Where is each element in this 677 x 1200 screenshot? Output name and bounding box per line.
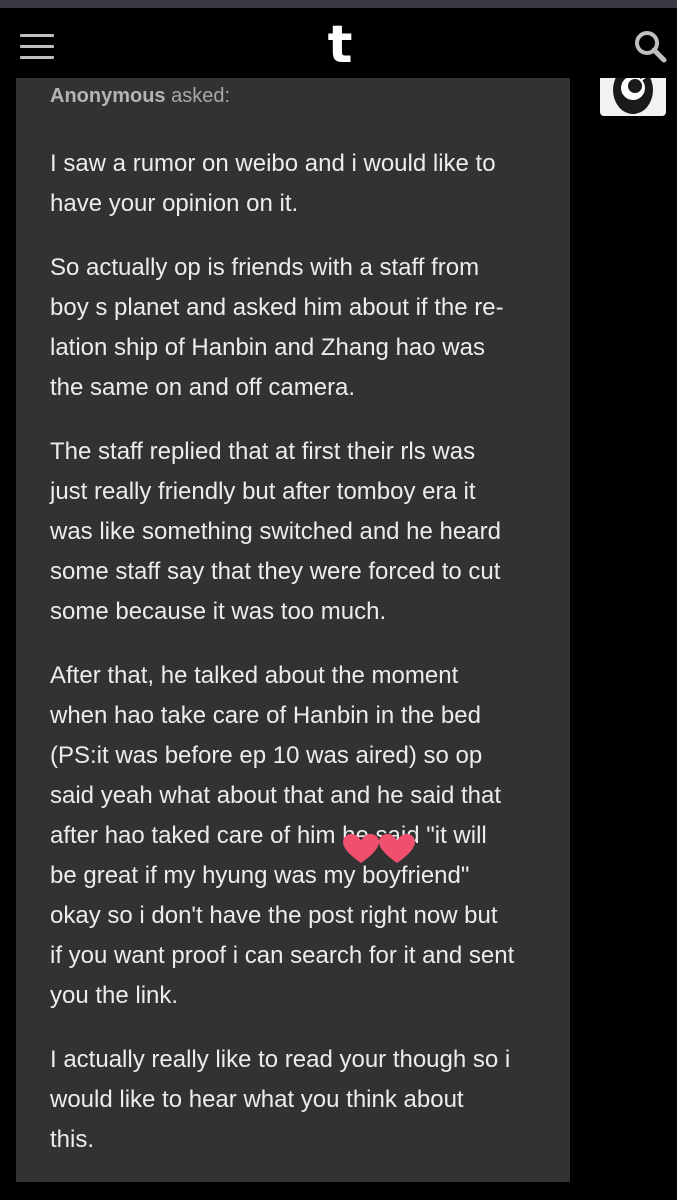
text-line: would like to hear what you think about [50, 1086, 464, 1113]
text-line: have your opinion on it. [50, 190, 299, 217]
heart-icon [379, 834, 415, 863]
text-line: when hao take care of Hanbin in the bed [50, 702, 481, 729]
text-line: some because it was too much. [50, 598, 387, 625]
text-line: you the link. [50, 982, 179, 1009]
text-line: was like something switched and he heard [50, 518, 501, 545]
dashboard-page: Anonymous asked: I saw a rumor on weibo … [0, 78, 677, 1200]
text-line: After that, he talked about the moment [50, 662, 459, 689]
asker-line: Anonymous asked: [50, 82, 230, 110]
text-line: after hao taked care of him he said "it … [50, 822, 487, 849]
text-line: said yeah what about that and he said th… [50, 782, 501, 809]
text-line: this. [50, 1126, 95, 1153]
text-line: I saw a rumor on weibo and i would like … [50, 150, 496, 177]
text-line: So actually op is friends with a staff f… [50, 254, 480, 281]
heart-icon [343, 834, 379, 863]
ask-question-text: I saw a rumor on weibo and i would like … [50, 144, 586, 1160]
pink-hearts-sticker [341, 832, 417, 866]
text-line: okay so i don't have the post right now … [50, 902, 498, 929]
blog-avatar[interactable] [600, 78, 666, 116]
asked-suffix: asked: [165, 85, 231, 107]
text-line: the same on and off camera. [50, 374, 356, 401]
text-line: just really friendly but after tomboy er… [50, 478, 476, 505]
text-line: be great if my hyung was my boyfriend" [50, 862, 470, 889]
paragraph-2: So actually op is friends with a staff f… [50, 248, 586, 408]
hamburger-menu-icon[interactable] [14, 26, 62, 66]
text-line: lation ship of Hanbin and Zhang hao was [50, 334, 485, 361]
text-line: if you want proof i can search for it an… [50, 942, 515, 969]
paragraph-1: I saw a rumor on weibo and i would like … [50, 144, 586, 224]
text-line: (PS:it was before ep 10 was aired) so op [50, 742, 483, 769]
text-line: some staff say that they were forced to … [50, 558, 501, 585]
top-navigation-bar: t [0, 8, 677, 78]
status-bar-strip [0, 0, 677, 8]
text-line: The staff replied that at first their rl… [50, 438, 476, 465]
ask-post-card: Anonymous asked: I saw a rumor on weibo … [16, 78, 570, 1182]
paragraph-5: I actually really like to read your thou… [50, 1040, 586, 1160]
text-line: I actually really like to read your thou… [50, 1046, 511, 1073]
asker-name[interactable]: Anonymous [50, 85, 166, 107]
tumblr-logo[interactable]: t [316, 17, 364, 73]
paragraph-3: The staff replied that at first their rl… [50, 432, 586, 632]
text-line: boy s planet and asked him about if the … [50, 294, 504, 321]
paragraph-4: After that, he talked about the moment w… [50, 656, 586, 1016]
search-icon[interactable] [630, 28, 670, 68]
